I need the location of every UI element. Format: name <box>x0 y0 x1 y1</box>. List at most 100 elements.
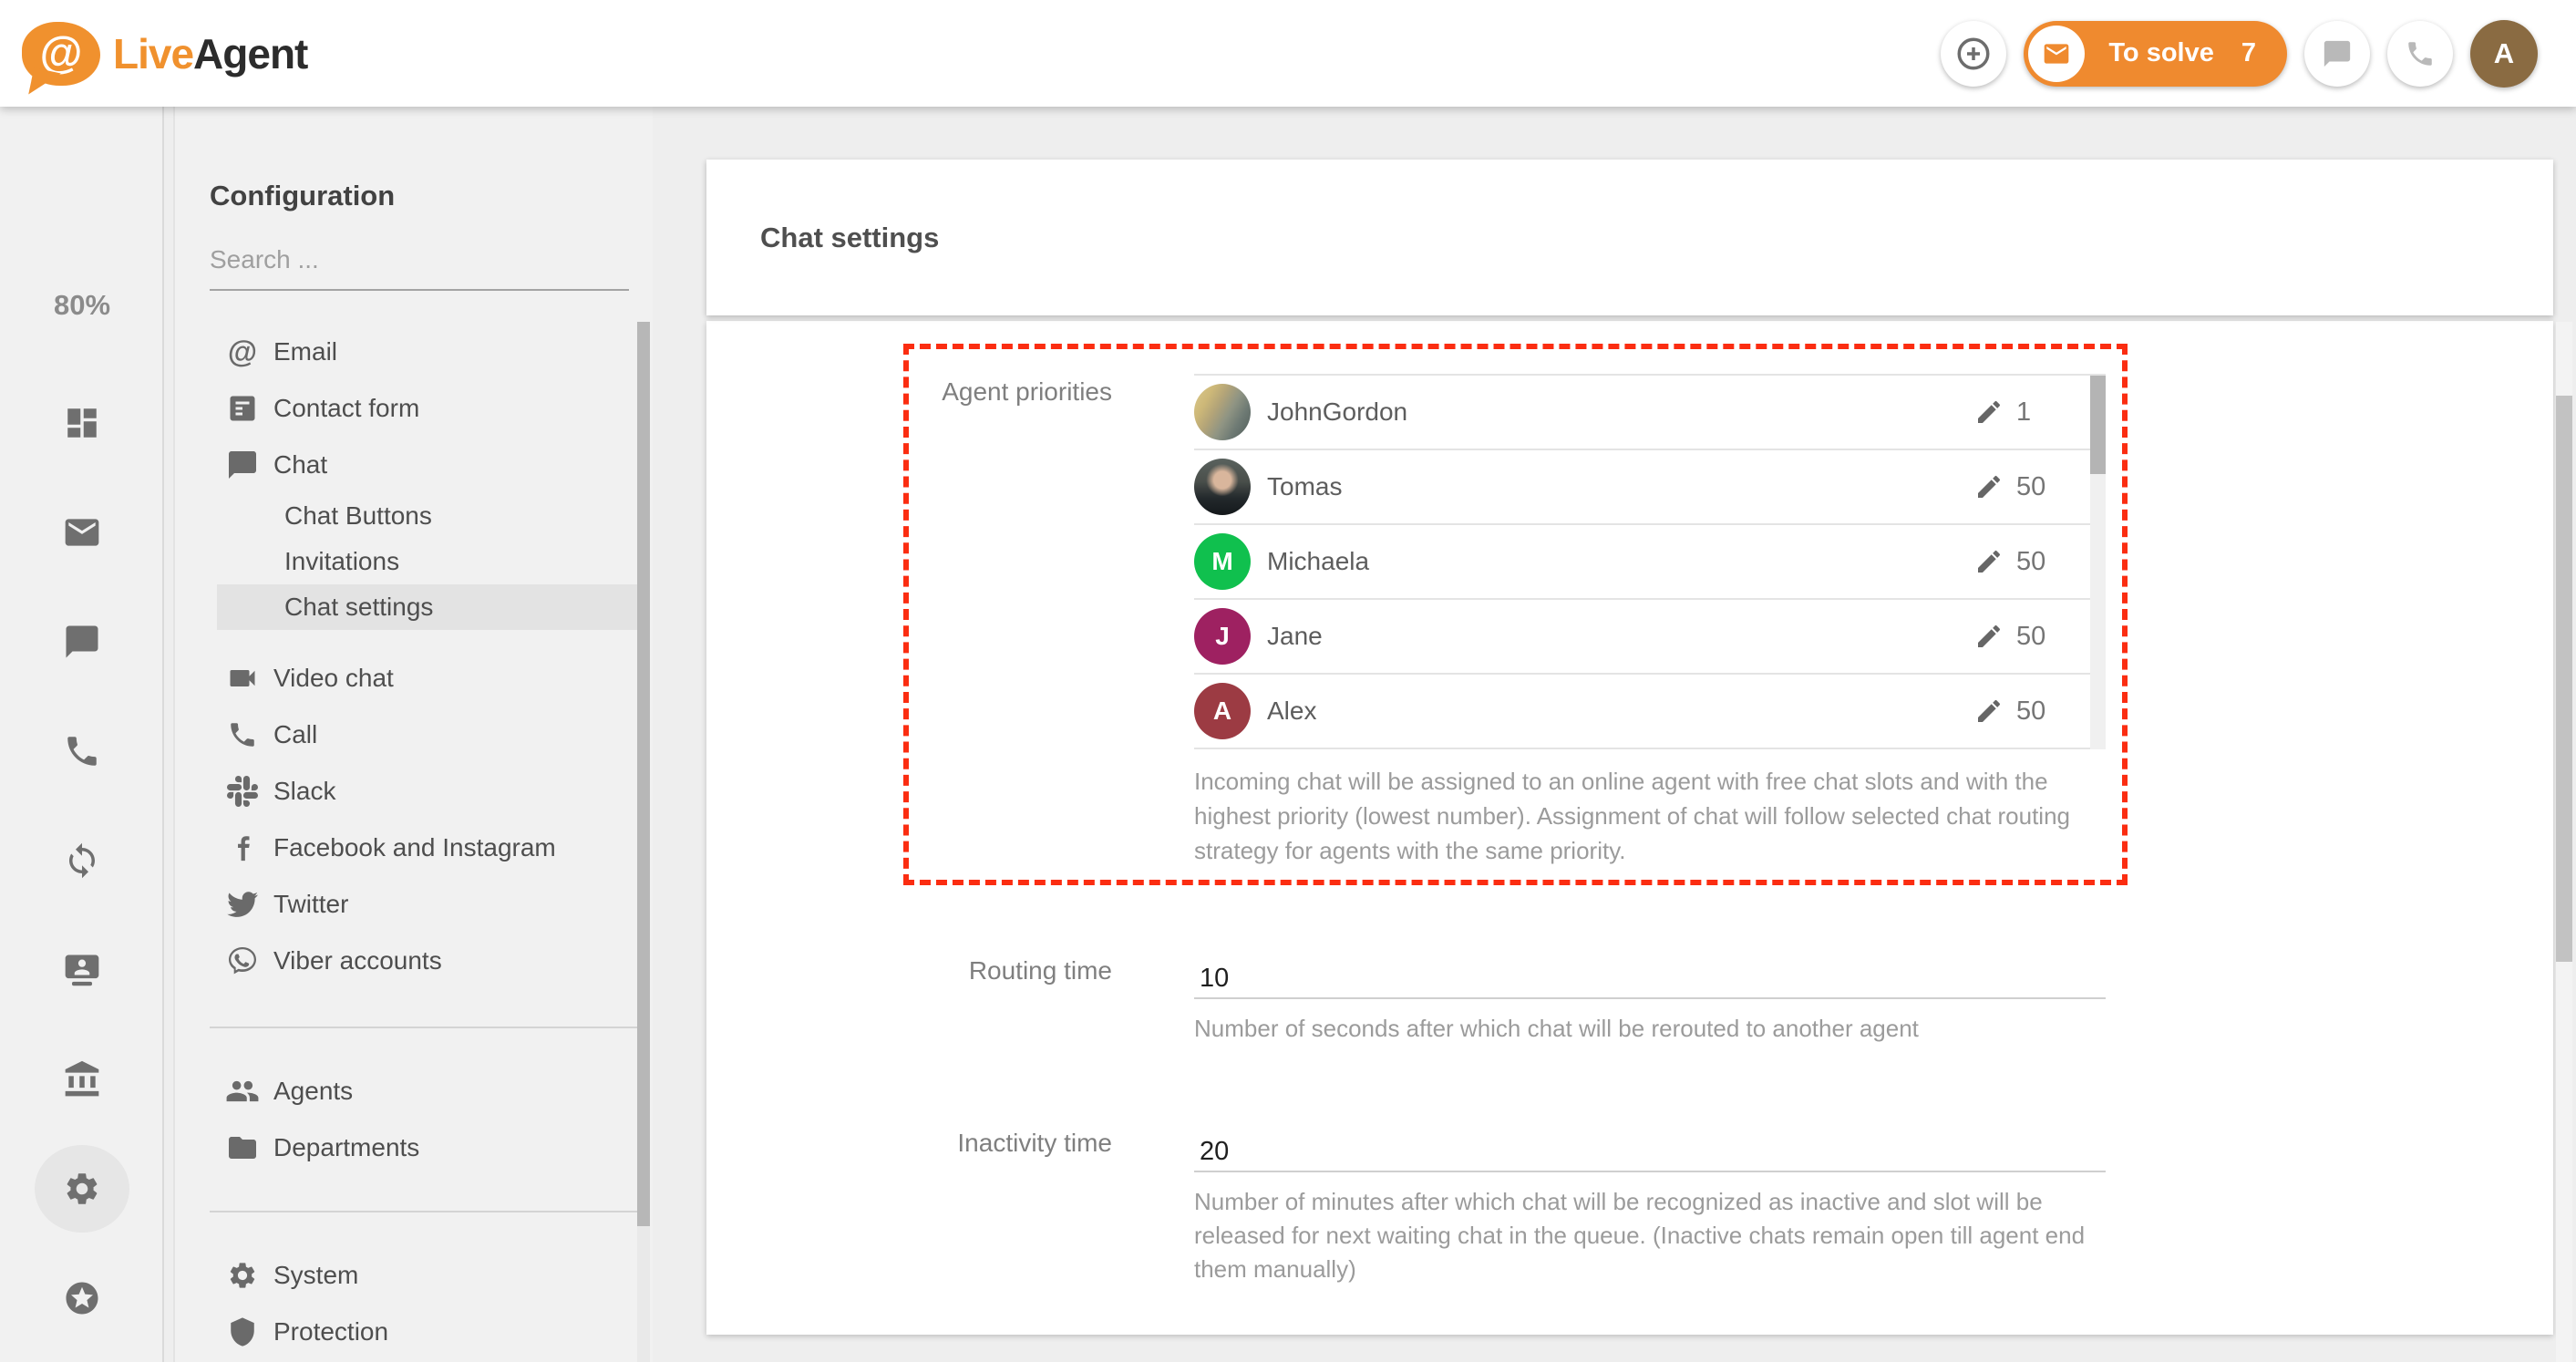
sidebar-menu-agents: Agents Departments <box>175 1063 653 1176</box>
agent-priorities-label: Agent priorities <box>807 377 1112 407</box>
sidebar-item-call[interactable]: Call <box>175 707 653 763</box>
mail-icon <box>62 512 102 552</box>
agent-row: Tomas 50 <box>1194 450 2106 525</box>
to-solve-button[interactable]: To solve 7 <box>2024 21 2287 87</box>
user-avatar[interactable]: A <box>2470 20 2538 88</box>
phone-icon <box>222 719 263 750</box>
sidebar-item-label: Protection <box>273 1317 388 1347</box>
main-scrollbar[interactable] <box>2556 322 2572 1362</box>
edit-pencil-icon[interactable] <box>1974 696 2004 726</box>
sidebar-scrollbar[interactable] <box>637 322 650 1362</box>
dashboard-icon <box>63 404 101 442</box>
sidebar-item-label: Departments <box>273 1133 419 1162</box>
agent-priority-controls: 50 <box>1974 547 2106 577</box>
rail-item-phone[interactable] <box>35 717 129 785</box>
search-input[interactable] <box>210 245 629 291</box>
chats-button[interactable] <box>2304 21 2370 87</box>
avatar-initial: A <box>1213 696 1231 726</box>
sidebar-scrollbar-thumb[interactable] <box>637 322 650 1226</box>
agent-name: Jane <box>1267 622 1323 651</box>
avatar-initial: J <box>1215 622 1230 651</box>
sidebar-item-protection[interactable]: Protection <box>175 1304 653 1360</box>
plus-circle-icon <box>1954 35 1993 73</box>
sidebar-item-label: Chat settings <box>284 593 433 622</box>
agent-priority-controls: 50 <box>1974 472 2106 502</box>
sidebar-item-chat-settings[interactable]: Chat settings <box>217 584 642 630</box>
people-icon <box>222 1074 263 1109</box>
sidebar-item-label: Invitations <box>284 547 399 576</box>
sidebar-item-label: Slack <box>273 777 335 806</box>
envelope-icon <box>2042 39 2071 68</box>
sidebar-item-viber[interactable]: Viber accounts <box>175 933 653 989</box>
brand-agent: Agent <box>193 30 307 77</box>
edit-pencil-icon[interactable] <box>1974 622 2004 651</box>
chat-icon <box>63 623 101 661</box>
sidebar-item-label: Chat <box>273 450 327 480</box>
rail-item-tickets[interactable] <box>35 827 129 894</box>
rail-item-contacts[interactable] <box>35 936 129 1004</box>
add-button[interactable] <box>1941 21 2006 87</box>
to-solve-label: To solve <box>2108 38 2214 68</box>
sidebar-item-agents[interactable]: Agents <box>175 1063 653 1120</box>
top-header: @ LiveAgent To solve 7 <box>0 0 2576 107</box>
main-scrollbar-thumb[interactable] <box>2556 396 2572 962</box>
liveagent-logo[interactable]: @ LiveAgent <box>22 22 307 86</box>
inactivity-time-input[interactable] <box>1194 1132 2106 1172</box>
sidebar-item-video-chat[interactable]: Video chat <box>175 650 653 707</box>
shield-icon <box>222 1316 263 1347</box>
videocam-icon <box>222 662 263 695</box>
performance-percent: 80% <box>0 289 164 322</box>
agent-name: Michaela <box>1267 547 1369 576</box>
brand-live: Live <box>113 30 193 77</box>
edit-pencil-icon[interactable] <box>1974 472 2004 501</box>
rail-item-gamification[interactable] <box>35 1264 129 1332</box>
gear-icon <box>222 1260 263 1291</box>
rail-item-chat[interactable] <box>35 608 129 676</box>
slack-icon <box>222 776 263 807</box>
main-content: Chat settings Agent priorities JohnGordo… <box>653 107 2576 1362</box>
agent-list-scrollbar-thumb[interactable] <box>2090 376 2106 474</box>
rail-item-dashboard[interactable] <box>35 389 129 457</box>
agent-row: J Jane 50 <box>1194 600 2106 675</box>
rail-item-mail[interactable] <box>35 499 129 566</box>
configuration-sidebar: Configuration @ Email Contact form Chat … <box>175 107 653 1362</box>
sidebar-item-invitations[interactable]: Invitations <box>175 539 653 584</box>
sidebar-item-system[interactable]: System <box>175 1247 653 1304</box>
agent-priority-controls: 50 <box>1974 696 2106 727</box>
liveagent-app: @ LiveAgent To solve 7 <box>0 0 2576 1362</box>
edit-pencil-icon[interactable] <box>1974 547 2004 576</box>
contact-card-icon <box>62 950 102 990</box>
sidebar-item-label: Viber accounts <box>273 946 442 975</box>
inactivity-time-label: Inactivity time <box>807 1129 1112 1158</box>
agent-name: Alex <box>1267 696 1316 726</box>
sidebar-item-chat-buttons[interactable]: Chat Buttons <box>175 493 653 539</box>
phone-icon <box>63 732 101 770</box>
agent-name: Tomas <box>1267 472 1342 501</box>
sidebar-item-facebook-instagram[interactable]: Facebook and Instagram <box>175 820 653 876</box>
edit-pencil-icon[interactable] <box>1974 397 2004 427</box>
viber-icon <box>222 944 263 977</box>
avatar-initial: M <box>1211 547 1232 576</box>
user-avatar-initial: A <box>2494 37 2514 70</box>
agent-name: JohnGordon <box>1267 397 1407 427</box>
sidebar-item-email[interactable]: @ Email <box>175 324 653 380</box>
agent-priority-controls: 1 <box>1974 397 2106 428</box>
sidebar-menu-system: System Protection <box>175 1247 653 1360</box>
rail-item-settings[interactable] <box>35 1145 129 1233</box>
sidebar-item-label: Agents <box>273 1077 353 1106</box>
sidebar-item-chat[interactable]: Chat <box>175 437 653 493</box>
sync-loop-icon <box>63 841 101 880</box>
rail-item-billing[interactable] <box>35 1046 129 1113</box>
sidebar-item-label: Contact form <box>273 394 419 423</box>
calls-button[interactable] <box>2387 21 2453 87</box>
header-actions: To solve 7 A <box>1941 20 2576 88</box>
sidebar-item-slack[interactable]: Slack <box>175 763 653 820</box>
sidebar-item-departments[interactable]: Departments <box>175 1120 653 1176</box>
routing-time-input[interactable] <box>1194 959 2106 999</box>
agent-list-scrollbar[interactable] <box>2090 376 2106 749</box>
sidebar-item-contact-form[interactable]: Contact form <box>175 380 653 437</box>
agent-row: JohnGordon 1 <box>1194 376 2106 450</box>
chat-bubble-icon <box>2322 38 2353 69</box>
phone-icon <box>2405 38 2436 69</box>
sidebar-item-twitter[interactable]: Twitter <box>175 876 653 933</box>
